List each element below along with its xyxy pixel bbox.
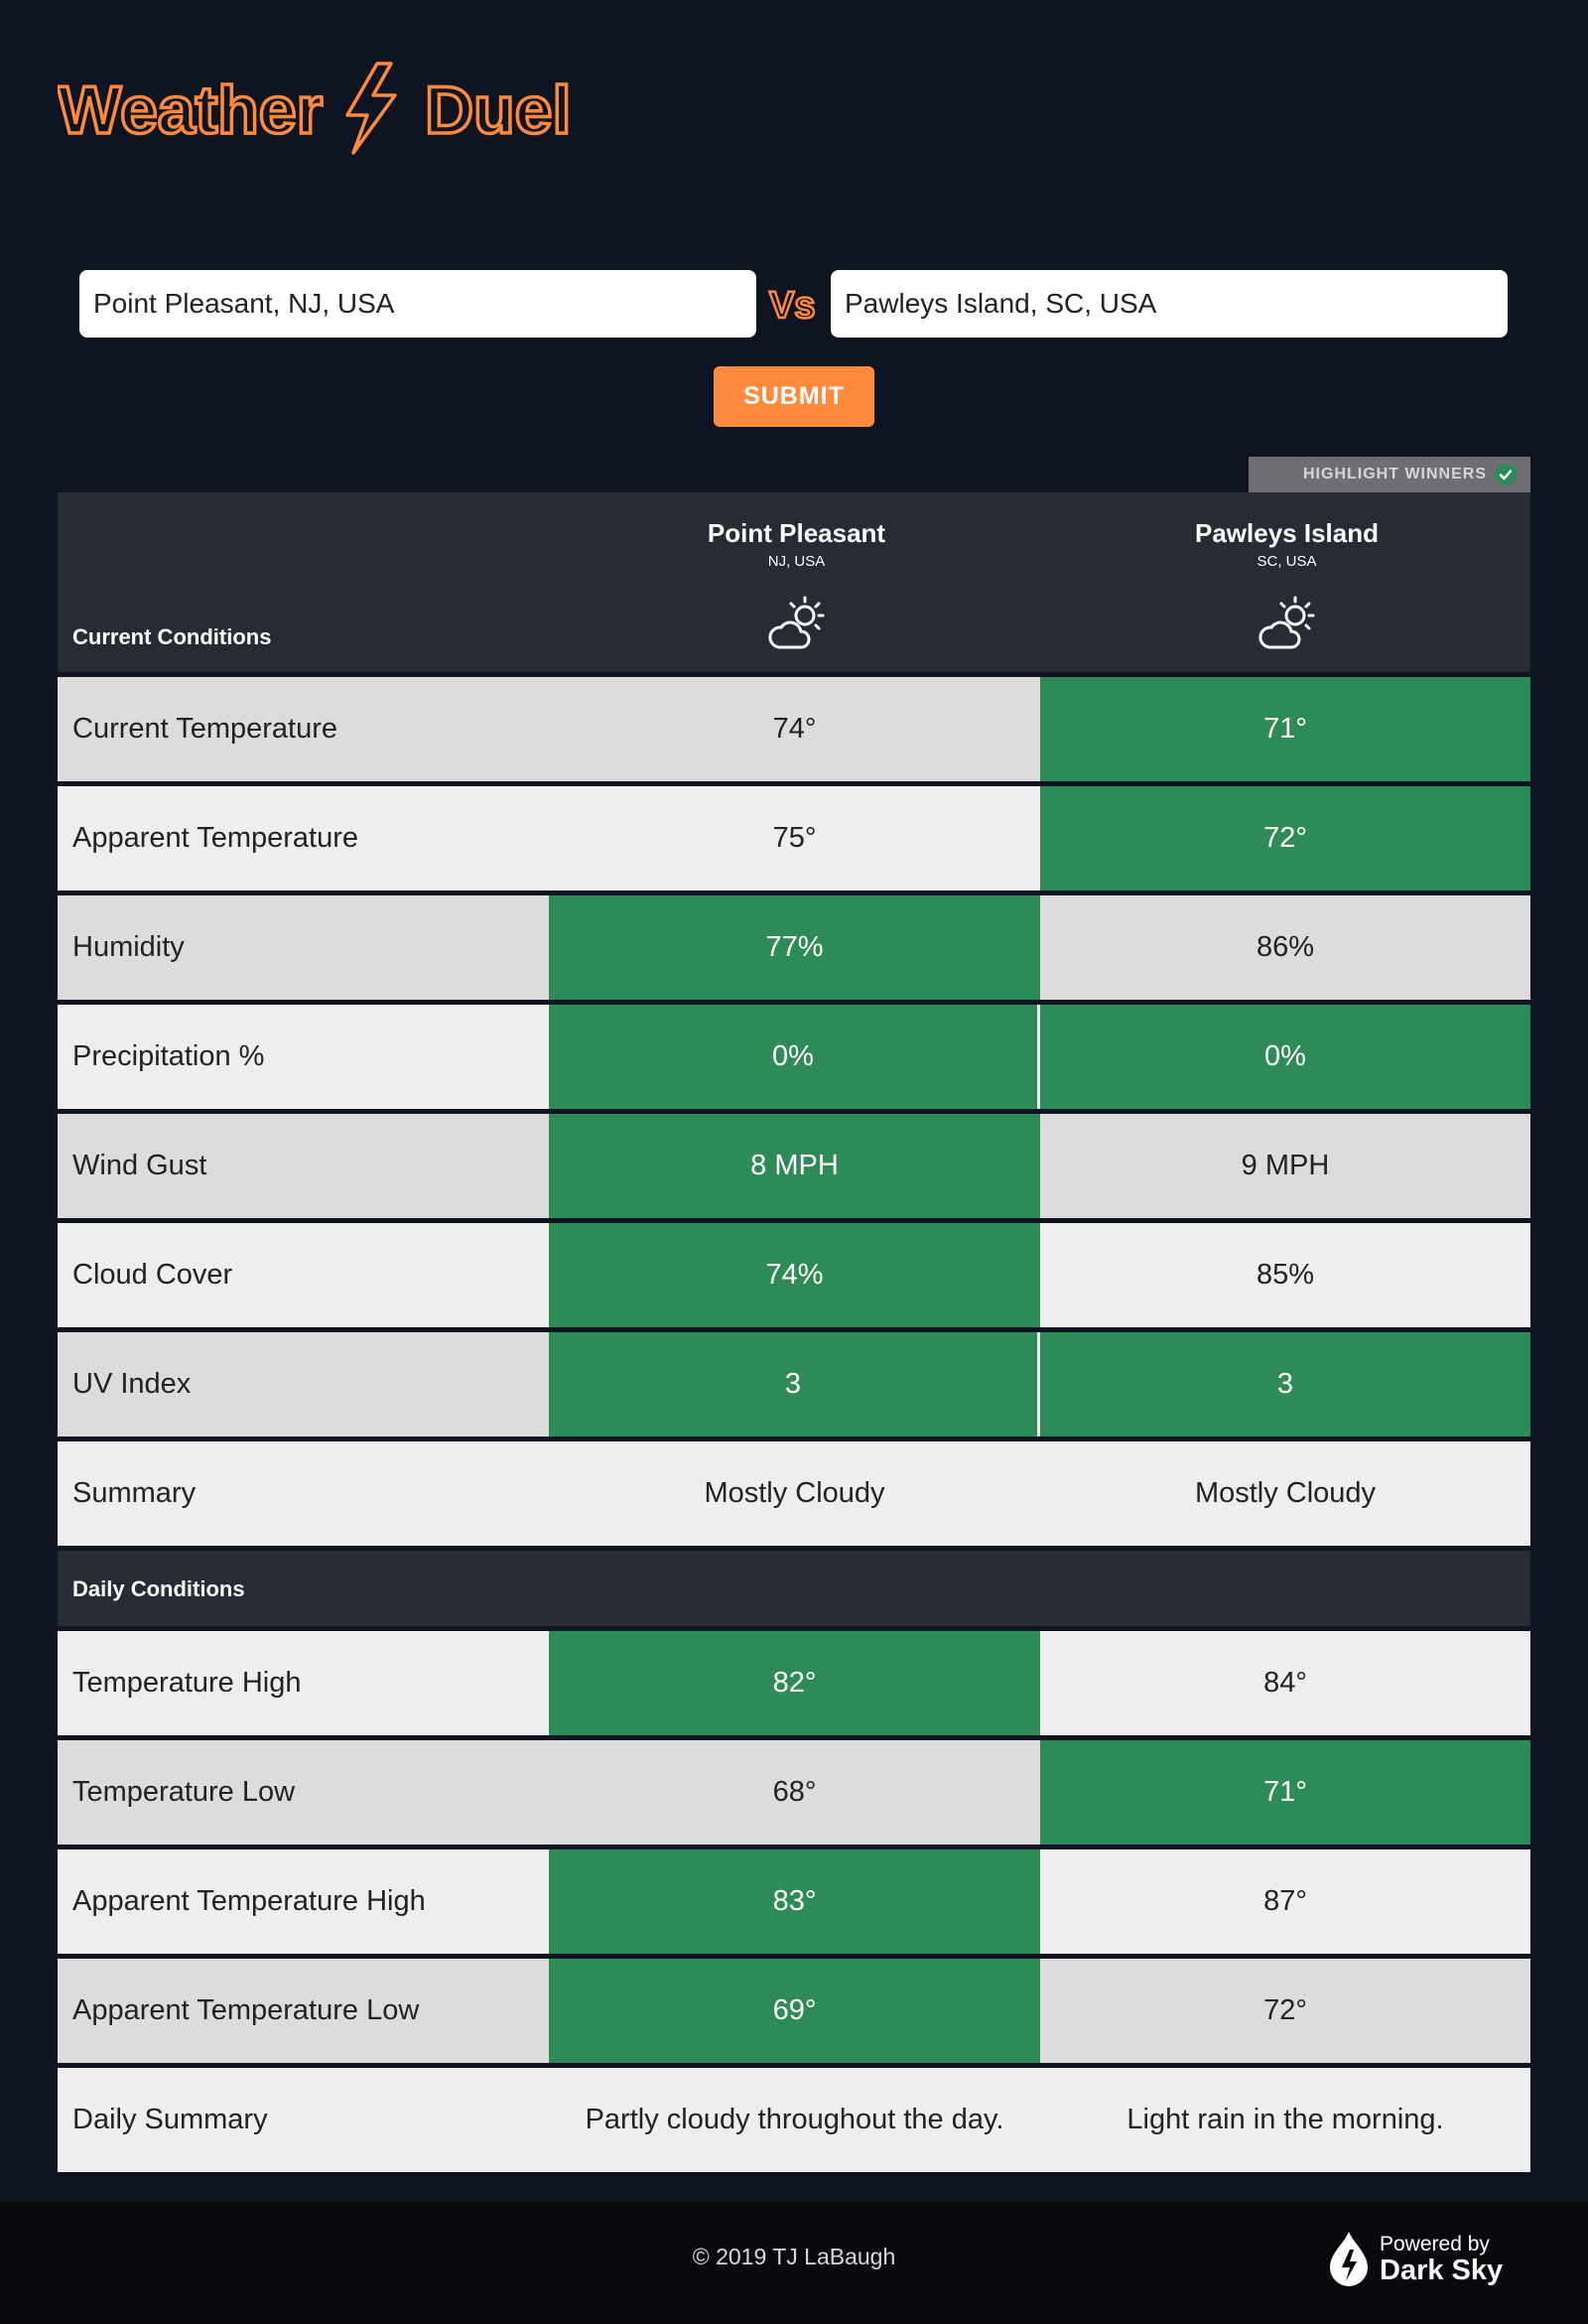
table-row: Daily Summary Partly cloudy throughout t… [58, 2068, 1530, 2172]
city2-value: 87° [1040, 1849, 1530, 1954]
table-row: Summary Mostly Cloudy Mostly Cloudy [58, 1441, 1530, 1546]
table-row: Cloud Cover 74% 85% [58, 1223, 1530, 1327]
city2-value: 72° [1040, 786, 1530, 890]
highlight-winners-toggle[interactable]: HIGHLIGHT WINNERS [1249, 457, 1530, 492]
row-label: Humidity [58, 895, 549, 1000]
city2-value: 9 MPH [1040, 1114, 1530, 1218]
logo-graphic: Weather Duel [58, 62, 573, 155]
city1-value: 8 MPH [549, 1114, 1040, 1218]
daily-conditions-header: Daily Conditions [58, 1551, 1530, 1626]
row-label: Cloud Cover [58, 1223, 549, 1327]
city2-region: SC, USA [1257, 553, 1317, 570]
comparison-table: Point Pleasant NJ, USA Pawleys Island SC… [58, 492, 1530, 2177]
row-label: Wind Gust [58, 1114, 549, 1218]
city2-value: 85% [1040, 1223, 1530, 1327]
check-circle-icon [1495, 464, 1517, 485]
dark-sky-logo-icon [1330, 2232, 1368, 2286]
city2-value: 86% [1040, 895, 1530, 1000]
row-label: Summary [58, 1441, 549, 1546]
location1-input[interactable] [79, 270, 756, 338]
row-label: Apparent Temperature High [58, 1849, 549, 1954]
vs-text: Vs [769, 285, 815, 327]
logo-text-right: Duel [425, 72, 571, 148]
powered-by-dark-sky-link[interactable]: Powered by Dark Sky [1326, 2230, 1503, 2289]
lightning-bolt-icon [345, 62, 397, 155]
highlight-winners-label: HIGHLIGHT WINNERS [1303, 466, 1487, 482]
table-row: Wind Gust 8 MPH 9 MPH [58, 1114, 1530, 1218]
table-row: UV Index 3 3 [58, 1332, 1530, 1436]
row-label: Temperature High [58, 1631, 549, 1735]
city1-value: 68° [549, 1740, 1040, 1845]
dark-sky-text: Powered by Dark Sky [1380, 2233, 1503, 2287]
city1-value: 3 [549, 1332, 1040, 1436]
table-row: Temperature High 82° 84° [58, 1631, 1530, 1735]
city1-header: Point Pleasant NJ, USA [551, 518, 1042, 653]
city1-value: Mostly Cloudy [549, 1441, 1040, 1546]
city1-region: NJ, USA [767, 553, 826, 570]
city1-value: 83° [549, 1849, 1040, 1954]
daily-conditions-label: Daily Conditions [72, 1576, 245, 1601]
city1-value: 74° [549, 677, 1040, 781]
city2-value: Mostly Cloudy [1040, 1441, 1530, 1546]
footer: © 2019 TJ LaBaugh Powered by Dark Sky [0, 2202, 1588, 2324]
city1-value: 82° [549, 1631, 1040, 1735]
city1-name: Point Pleasant [707, 518, 886, 548]
city1-value: 69° [549, 1959, 1040, 2063]
current-conditions-label: Current Conditions [72, 624, 272, 649]
city1-value: 75° [549, 786, 1040, 890]
table-row: Apparent Temperature High 83° 87° [58, 1849, 1530, 1954]
location2-input[interactable] [831, 270, 1508, 338]
dark-sky-label: Dark Sky [1380, 2254, 1504, 2286]
partly-cloudy-day-icon [1258, 596, 1314, 649]
city2-value: 71° [1040, 677, 1530, 781]
table-row: Precipitation % 0% 0% [58, 1005, 1530, 1109]
city2-value: Light rain in the morning. [1040, 2068, 1530, 2172]
logo-text-left: Weather [58, 72, 323, 148]
city2-value: 71° [1040, 1740, 1530, 1845]
city2-value: 3 [1040, 1332, 1530, 1436]
partly-cloudy-day-icon [768, 596, 824, 649]
table-row: Temperature Low 68° 71° [58, 1740, 1530, 1845]
city1-value: 0% [549, 1005, 1040, 1109]
row-label: Apparent Temperature [58, 786, 549, 890]
powered-by-label: Powered by [1380, 2232, 1490, 2256]
city1-value: 77% [549, 895, 1040, 1000]
city2-value: 0% [1040, 1005, 1530, 1109]
city2-value: 84° [1040, 1631, 1530, 1735]
vs-label: Vs [767, 280, 823, 329]
row-label: Precipitation % [58, 1005, 549, 1109]
table-row: Humidity 77% 86% [58, 895, 1530, 1000]
row-label: Apparent Temperature Low [58, 1959, 549, 2063]
city2-header: Pawleys Island SC, USA [1041, 518, 1532, 653]
table-row: Apparent Temperature 75° 72° [58, 786, 1530, 890]
row-label: UV Index [58, 1332, 549, 1436]
city1-value: Partly cloudy throughout the day. [549, 2068, 1040, 2172]
city2-name: Pawleys Island [1195, 518, 1379, 548]
submit-button[interactable]: SUBMIT [714, 366, 874, 427]
table-row: Apparent Temperature Low 69° 72° [58, 1959, 1530, 2063]
weather-duel-logo: Weather Duel [58, 58, 594, 157]
table-header: Point Pleasant NJ, USA Pawleys Island SC… [58, 492, 1530, 672]
location-form: Vs [79, 270, 1509, 338]
city1-value: 74% [549, 1223, 1040, 1327]
row-label: Current Temperature [58, 677, 549, 781]
city2-value: 72° [1040, 1959, 1530, 2063]
row-label: Daily Summary [58, 2068, 549, 2172]
row-label: Temperature Low [58, 1740, 549, 1845]
table-row: Current Temperature 74° 71° [58, 677, 1530, 781]
